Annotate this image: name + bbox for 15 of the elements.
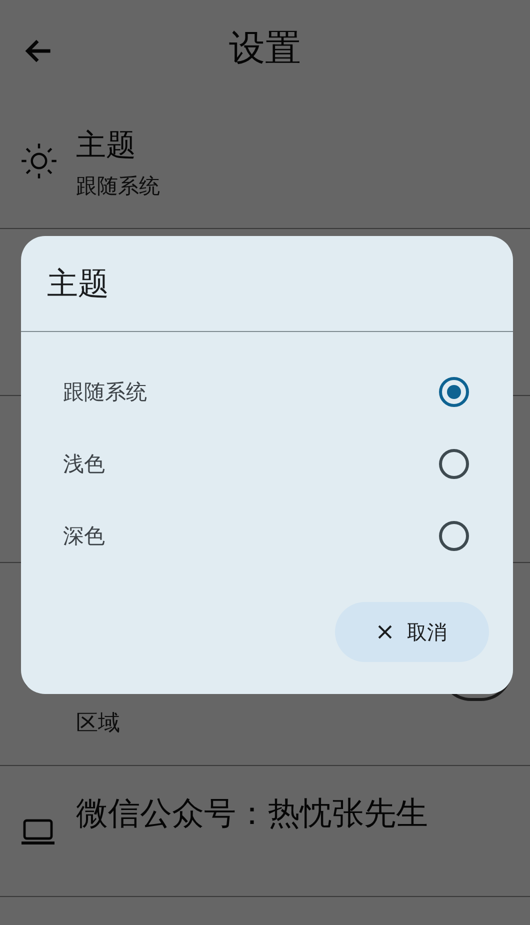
option-label[interactable]: 深色	[63, 522, 105, 550]
setting-value: 跟随系统	[76, 172, 160, 200]
setting-title: 微信公众号：热忱张先生	[76, 793, 428, 834]
close-icon	[377, 624, 393, 640]
radio-button[interactable]	[439, 377, 469, 407]
page-title: 设置	[229, 26, 301, 70]
setting-description: 区域	[76, 710, 120, 738]
radio-button[interactable]	[439, 521, 469, 551]
option-label[interactable]: 跟随系统	[63, 378, 147, 406]
setting-title: 主题	[76, 126, 137, 164]
sun-icon	[20, 142, 58, 180]
radio-button[interactable]	[439, 449, 469, 479]
dialog-title: 主题	[21, 236, 513, 332]
cancel-button[interactable]: 取消	[335, 602, 489, 662]
option-label[interactable]: 浅色	[63, 450, 105, 478]
